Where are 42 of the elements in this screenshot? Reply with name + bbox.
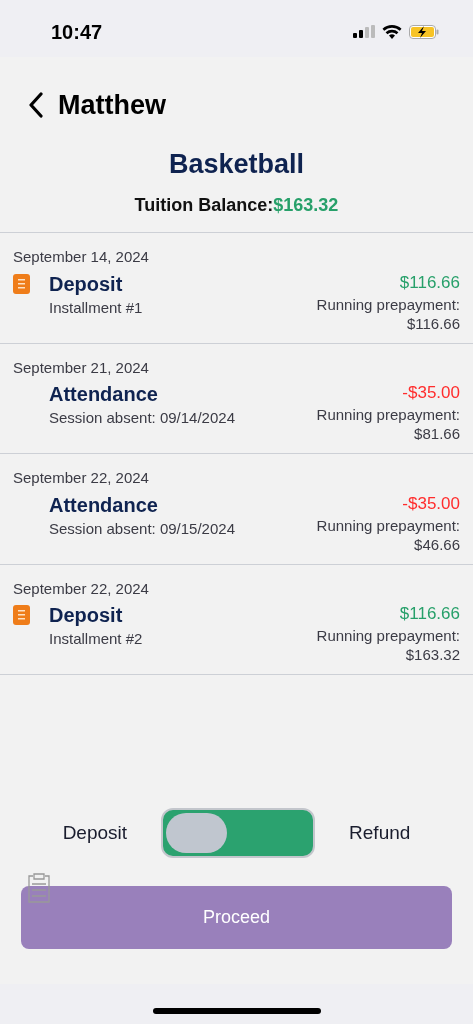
toggle-thumb	[166, 813, 228, 853]
entry-amount: $116.66	[399, 271, 460, 294]
running-label: Running prepayment:	[316, 626, 460, 645]
entry-amount: $116.66	[399, 603, 460, 625]
running-amount: $116.66	[406, 313, 460, 333]
running-label: Running prepayment:	[316, 405, 460, 424]
entry-date: September 21, 2024	[13, 357, 150, 378]
entry-detail: Installment #2	[49, 629, 143, 649]
status-time: 10:47	[51, 19, 103, 45]
back-button[interactable]	[28, 92, 44, 119]
balance-amount: $163.32	[273, 194, 339, 217]
entry-date: September 14, 2024	[13, 247, 150, 267]
entry-title: Attendance	[49, 382, 159, 407]
deposit-label: Deposit	[62, 820, 128, 845]
course-title: Basketball	[168, 147, 305, 181]
document-icon	[13, 273, 30, 294]
running-amount: $46.66	[414, 534, 460, 554]
running-label: Running prepayment:	[316, 294, 460, 314]
entry-amount: -$35.00	[402, 492, 460, 515]
wifi-icon	[382, 24, 402, 39]
entry-detail: Session absent: 09/15/2024	[49, 518, 235, 539]
entry-date: September 22, 2024	[13, 578, 150, 599]
entry-title: Attendance	[49, 492, 159, 518]
header-title: Matthew	[58, 89, 166, 122]
entry-amount: -$35.00	[402, 382, 460, 404]
battery-charging-icon	[409, 24, 439, 39]
running-amount: $81.66	[414, 424, 460, 443]
entry-title: Deposit	[49, 603, 124, 628]
entry-title: Deposit	[49, 271, 124, 297]
running-label: Running prepayment:	[316, 515, 460, 535]
signal-icon	[353, 25, 375, 38]
entry-detail: Session absent: 09/14/2024	[49, 408, 235, 428]
back-chevron-icon	[28, 92, 44, 119]
entry-date: September 22, 2024	[13, 468, 150, 488]
running-amount: $163.32	[405, 645, 460, 664]
entry-detail: Installment #1	[49, 297, 143, 318]
proceed-button[interactable]: Proceed	[21, 886, 452, 949]
clipboard-icon	[27, 872, 51, 903]
document-icon	[13, 605, 30, 625]
refund-label: Refund	[349, 820, 411, 845]
balance-label: Tuition Balance:	[134, 194, 274, 217]
toggle-switch[interactable]	[161, 808, 316, 858]
